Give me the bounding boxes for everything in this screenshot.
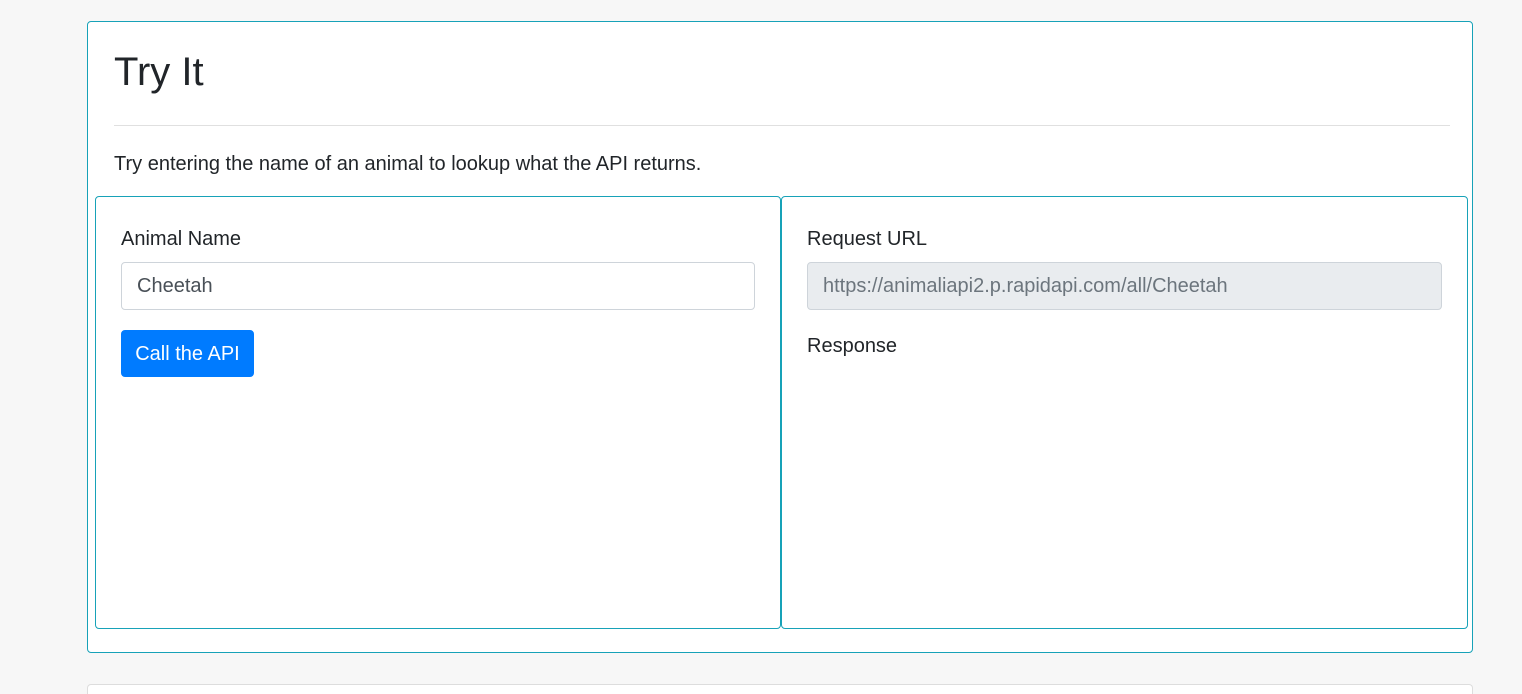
page-title: Try It [114, 50, 204, 94]
intro-text: Try entering the name of an animal to lo… [114, 153, 702, 175]
request-url-field[interactable] [807, 262, 1442, 310]
request-url-label: Request URL [807, 228, 928, 250]
request-form-panel: Animal Name Call the API [95, 196, 781, 629]
try-it-card: Try It Try entering the name of an anima… [87, 21, 1473, 653]
api-result-panel: Request URL Response [781, 196, 1468, 629]
animal-name-input[interactable] [121, 262, 755, 310]
next-card-edge [87, 684, 1473, 694]
title-divider [114, 125, 1450, 126]
response-label: Response [807, 335, 898, 357]
call-api-button[interactable]: Call the API [121, 330, 254, 377]
animal-name-label: Animal Name [121, 228, 242, 250]
